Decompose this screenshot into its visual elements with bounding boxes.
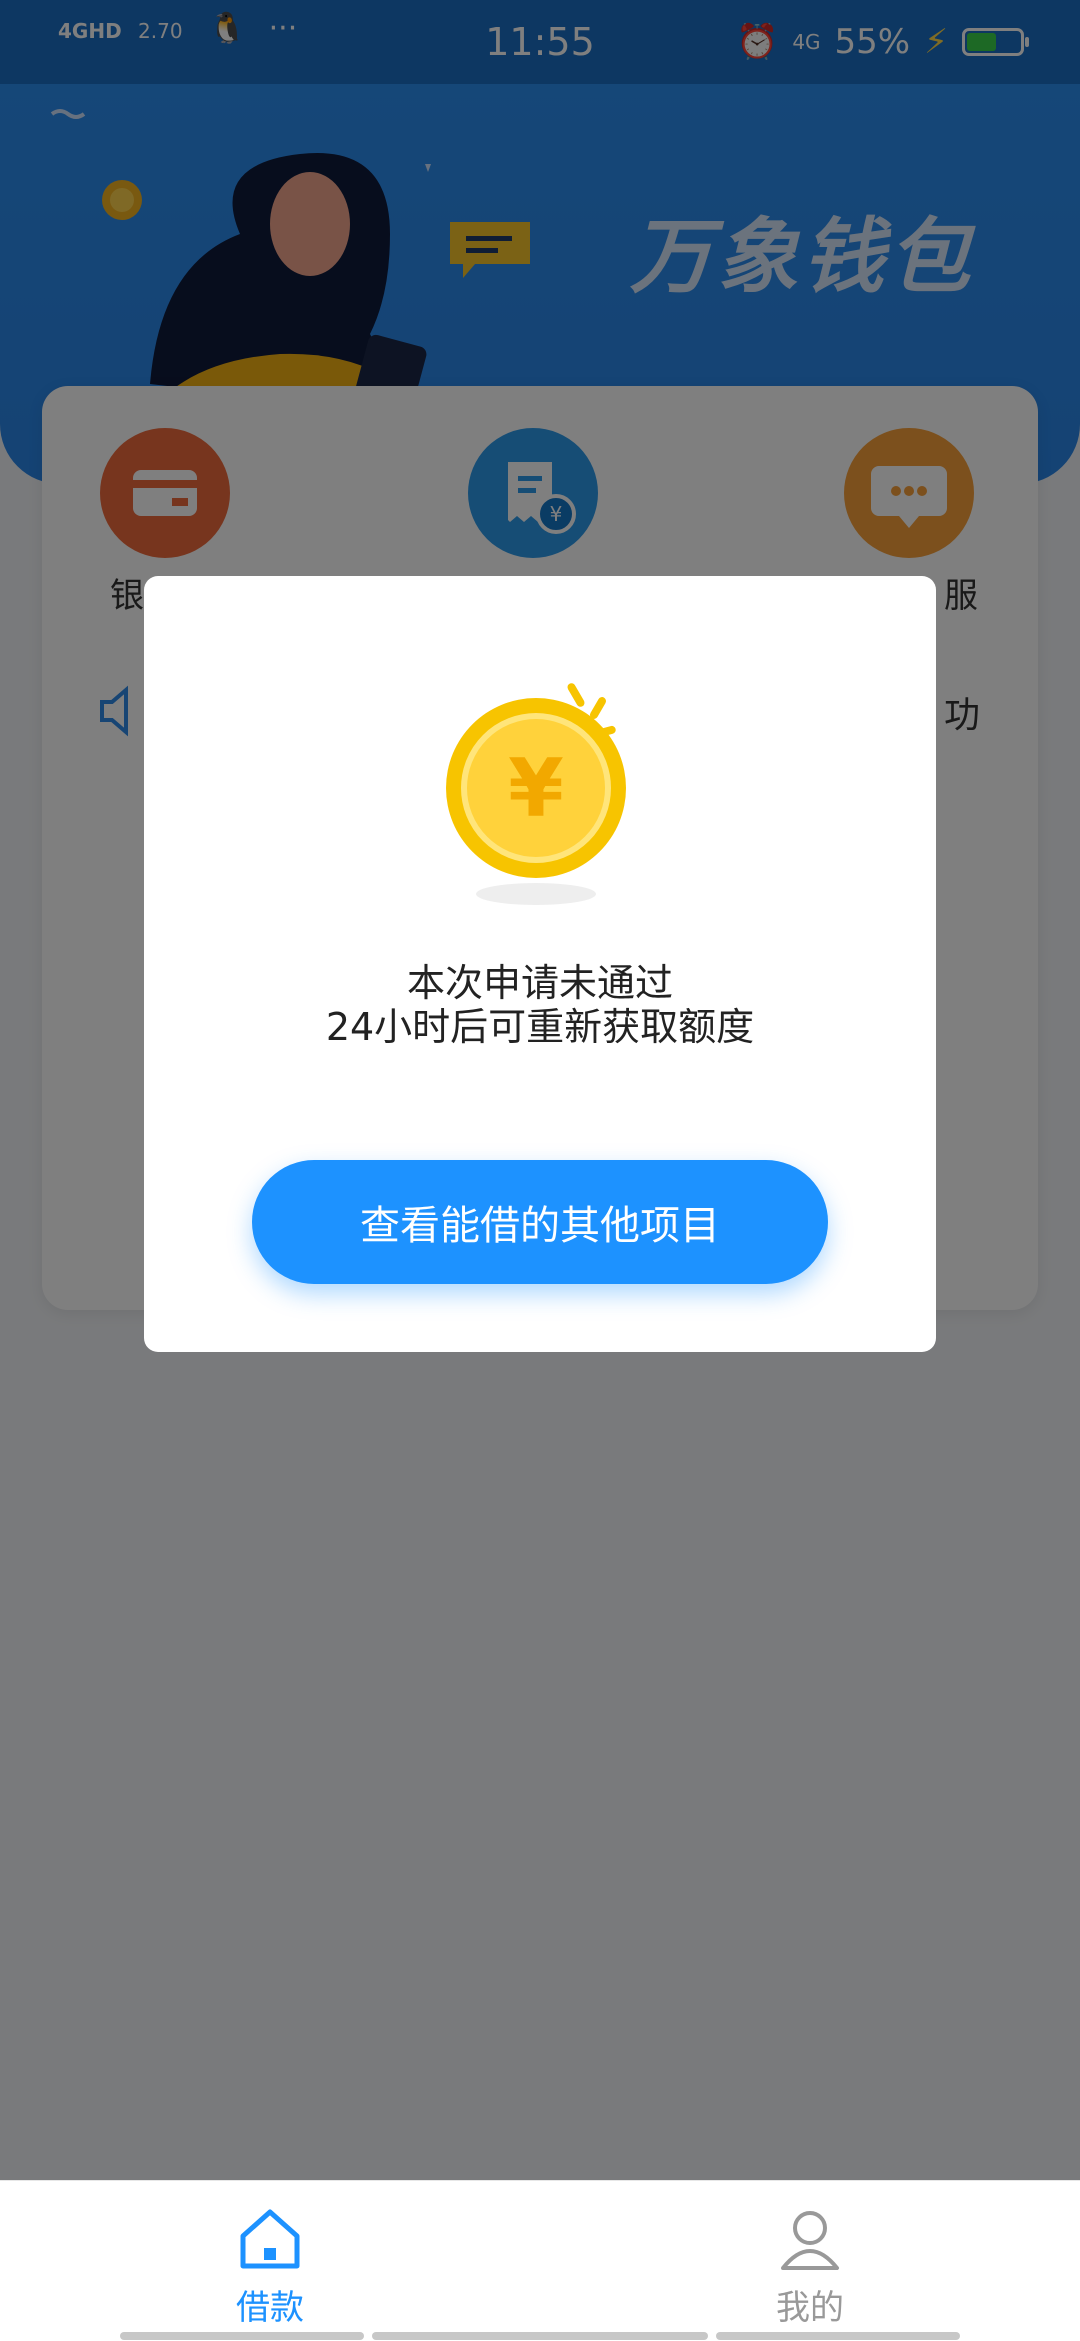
result-dialog: ¥ 本次申请未通过 24小时后可重新获取额度 查看能借的其他项目 [144,576,936,1352]
tab-borrow-label: 借款 [236,2288,304,2328]
tab-mine[interactable]: 我的 [710,2180,910,2340]
bottom-nav [0,2180,1080,2341]
tab-borrow[interactable]: 借款 [170,2180,370,2340]
svg-text:¥: ¥ [508,742,564,835]
coin-icon: ¥ [446,683,626,905]
user-icon [781,2211,839,2270]
system-nav-indicator [0,2332,1080,2340]
home-icon [240,2209,300,2269]
tab-mine-label: 我的 [776,2288,844,2328]
view-other-projects-button[interactable]: 查看能借的其他项目 [252,1160,828,1284]
dialog-message-line2: 24小时后可重新获取额度 [325,1005,755,1049]
